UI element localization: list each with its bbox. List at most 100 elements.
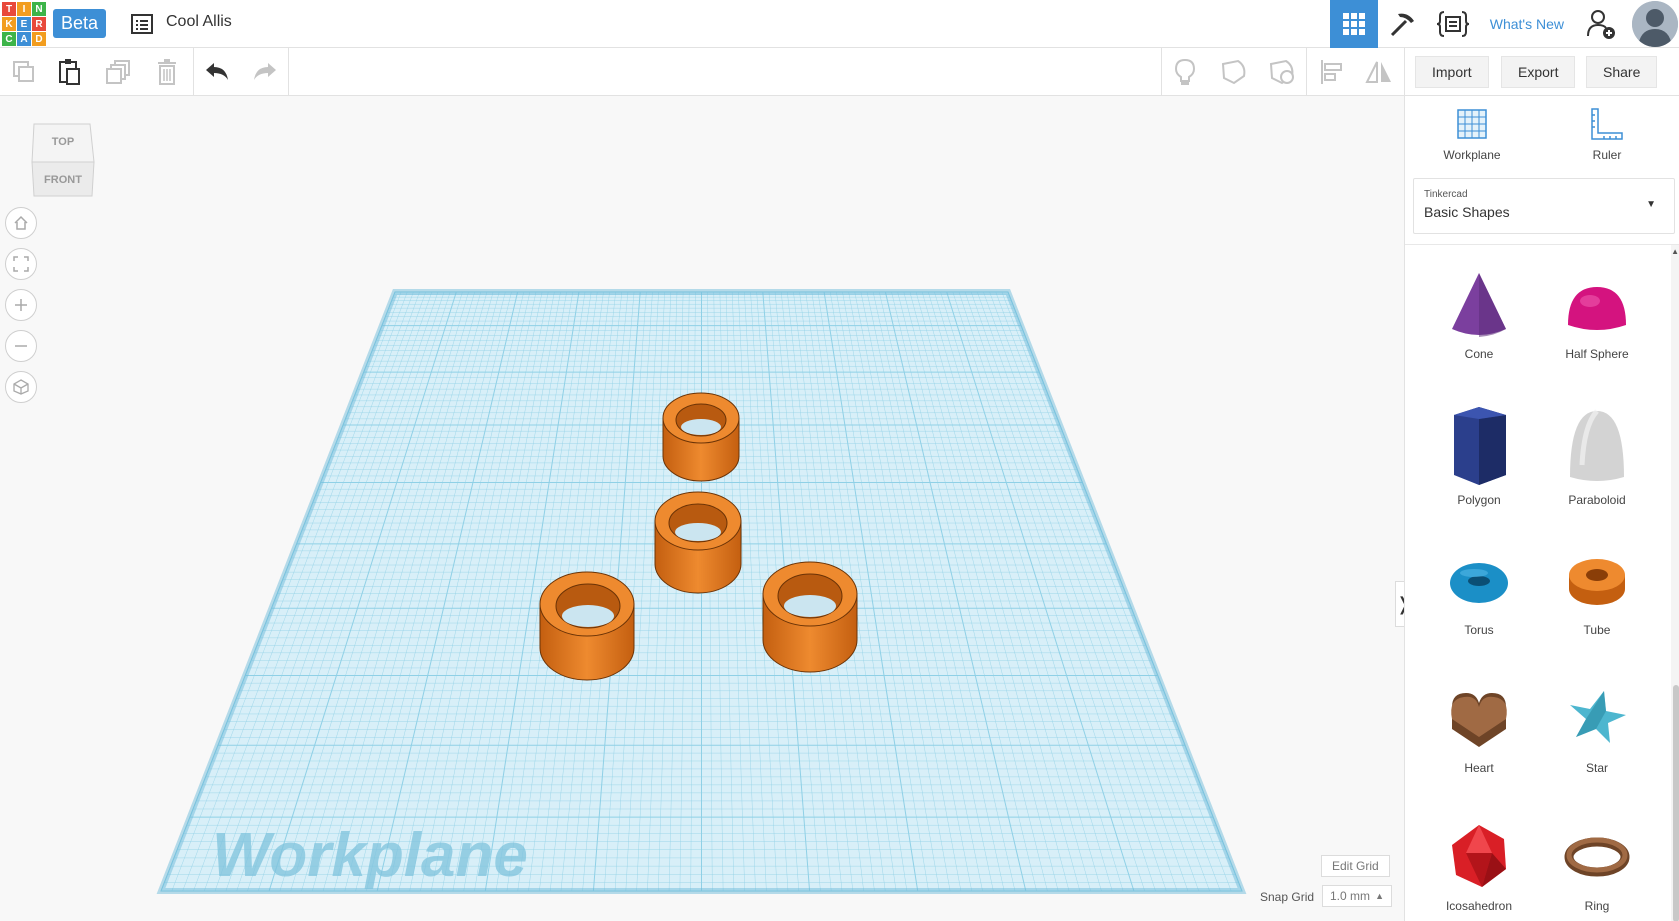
duplicate-icon — [106, 60, 130, 84]
snap-grid-select[interactable]: 1.0 mm ▲ — [1322, 885, 1392, 907]
beta-badge[interactable]: Beta — [53, 9, 107, 38]
logo-letter: A — [17, 32, 31, 46]
export-button[interactable]: Export — [1501, 56, 1576, 88]
tube-shape[interactable] — [654, 491, 742, 594]
shape-ring[interactable]: Ring — [1538, 819, 1656, 913]
shape-heart[interactable]: Heart — [1420, 681, 1538, 775]
logo-letter: T — [2, 2, 16, 16]
code-blocks-icon — [1436, 11, 1469, 37]
user-avatar[interactable] — [1632, 1, 1678, 47]
edit-toolbar: Import Export Share — [0, 48, 1679, 96]
workplane-tool[interactable]: Workplane — [1427, 106, 1517, 162]
view-cube-front-label[interactable]: FRONT — [30, 174, 96, 186]
zoom-in-button[interactable] — [5, 289, 37, 321]
shape-label: Star — [1585, 761, 1608, 775]
import-button[interactable]: Import — [1415, 56, 1489, 88]
icosahedron-icon — [1452, 825, 1506, 887]
show-all-button[interactable] — [1210, 48, 1258, 96]
home-icon — [14, 215, 28, 230]
shape-polygon[interactable]: Polygon — [1420, 405, 1538, 507]
shapes-scrollbar[interactable]: ▲ — [1671, 245, 1679, 921]
share-button[interactable]: Share — [1586, 56, 1658, 88]
workplane-scene[interactable]: Workplane — [0, 96, 1404, 921]
tinkercad-logo[interactable]: T I N K E R C A D — [2, 2, 46, 46]
whats-new-link[interactable]: What's New — [1478, 16, 1576, 32]
undo-button[interactable] — [193, 48, 241, 96]
shape-icosahedron[interactable]: Icosahedron — [1420, 819, 1538, 913]
library-source-label: Tinkercad — [1424, 189, 1468, 200]
hole-button[interactable] — [1258, 48, 1306, 96]
home-view-button[interactable] — [5, 207, 37, 239]
pickaxe-icon — [1390, 13, 1414, 37]
perspective-toggle-button[interactable] — [5, 371, 37, 403]
view-cube[interactable]: TOP FRONT — [30, 122, 96, 198]
ruler-tool[interactable]: Ruler — [1562, 106, 1652, 162]
plus-icon — [15, 299, 27, 311]
scroll-up-icon[interactable]: ▲ — [1671, 247, 1679, 256]
caret-up-icon: ▲ — [1375, 891, 1384, 901]
logo-letter: K — [2, 17, 16, 31]
paraboloid-icon — [1570, 409, 1624, 481]
tube-icon — [1569, 559, 1625, 605]
tube-shape[interactable] — [539, 571, 635, 681]
tube-shape[interactable] — [662, 392, 740, 482]
paste-button[interactable] — [46, 48, 94, 96]
codeblocks-view-button[interactable] — [1428, 0, 1478, 48]
hole-shape-icon — [1269, 59, 1294, 85]
shape-label: Ring — [1584, 899, 1610, 913]
copy-button[interactable] — [0, 48, 48, 96]
shape-label: Icosahedron — [1445, 899, 1513, 913]
panel-collapse-button[interactable]: ❭ — [1395, 581, 1404, 627]
snap-grid-label: Snap Grid — [1260, 890, 1315, 904]
shape-label: Polygon — [1457, 493, 1501, 507]
grid-icon — [1342, 13, 1365, 35]
duplicate-button[interactable] — [95, 48, 143, 96]
shape-label: Tube — [1583, 623, 1611, 637]
invite-user-button[interactable] — [1576, 0, 1626, 48]
lightbulb-icon — [1174, 58, 1196, 85]
ruler-icon — [1591, 108, 1623, 140]
logo-letter: N — [32, 2, 46, 16]
logo-letter: I — [17, 2, 31, 16]
mirror-button[interactable] — [1355, 48, 1403, 96]
clipboard-icon — [59, 59, 80, 85]
shape-outline-icon — [1221, 59, 1246, 85]
shape-library-select[interactable]: Tinkercad Basic Shapes ▼ — [1413, 178, 1675, 234]
shape-label: Heart — [1464, 761, 1494, 775]
minus-icon — [15, 345, 27, 347]
project-title[interactable]: Cool Allis — [166, 13, 232, 31]
edit-grid-button[interactable]: Edit Grid — [1321, 855, 1390, 877]
redo-button[interactable] — [241, 48, 289, 96]
shape-half-sphere[interactable]: Half Sphere — [1538, 267, 1656, 361]
3d-viewport[interactable]: Workplane TOP FRONT Edit Grid Snap Grid … — [0, 96, 1404, 921]
zoom-out-button[interactable] — [5, 330, 37, 362]
fit-view-button[interactable] — [5, 248, 37, 280]
notes-button[interactable] — [1161, 48, 1209, 96]
star-icon — [1570, 691, 1626, 743]
delete-button[interactable] — [143, 48, 191, 96]
3d-design-view-button[interactable] — [1329, 0, 1378, 48]
caret-down-icon: ▼ — [1646, 199, 1656, 210]
library-name-label: Basic Shapes — [1424, 204, 1510, 220]
top-bar: T I N K E R C A D Beta Cool Allis What's… — [0, 0, 1679, 48]
shape-star[interactable]: Star — [1538, 681, 1656, 775]
trash-icon — [158, 59, 176, 85]
workplane-tool-label: Workplane — [1443, 148, 1501, 162]
snap-grid-value: 1.0 mm — [1330, 889, 1371, 903]
shape-paraboloid[interactable]: Paraboloid — [1538, 405, 1656, 507]
align-button[interactable] — [1308, 48, 1356, 96]
shape-cone[interactable]: Cone — [1420, 267, 1538, 361]
design-list-icon[interactable] — [130, 12, 154, 36]
align-left-icon — [1321, 60, 1342, 84]
shapes-grid: ▲ Cone Half Sphere Polygon Paraboloid To… — [1405, 244, 1679, 921]
shape-torus[interactable]: Torus — [1420, 543, 1538, 637]
shape-label: Cone — [1464, 347, 1494, 361]
tube-shape[interactable] — [762, 561, 858, 673]
view-cube-top-label[interactable]: TOP — [30, 136, 96, 148]
ruler-tool-label: Ruler — [1592, 148, 1622, 162]
shape-label: Paraboloid — [1568, 493, 1626, 507]
shape-tube[interactable]: Tube — [1538, 543, 1656, 637]
scrollbar-thumb[interactable] — [1673, 685, 1679, 921]
logo-letter: C — [2, 32, 16, 46]
blocks-view-button[interactable] — [1378, 0, 1428, 48]
